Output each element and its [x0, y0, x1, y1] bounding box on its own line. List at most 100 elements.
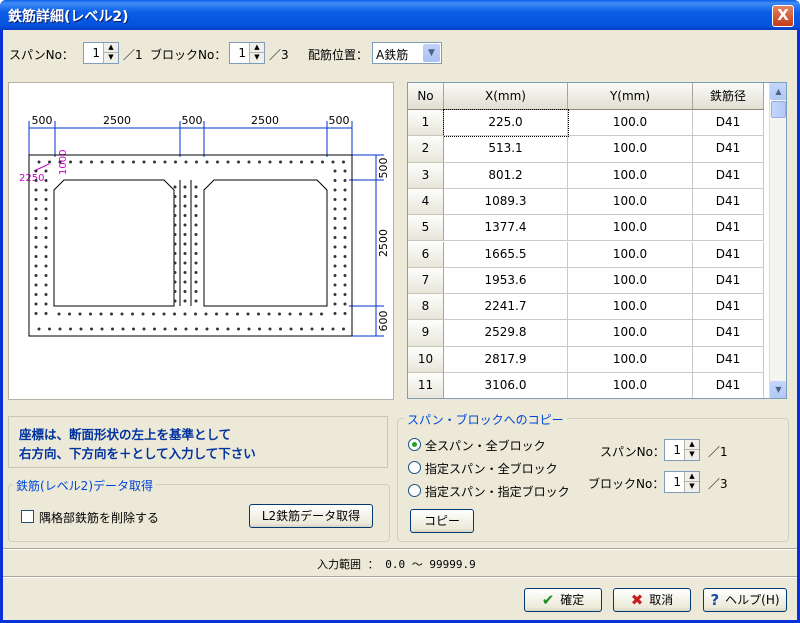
diameter-cell[interactable]: D41	[693, 110, 764, 137]
x-cell[interactable]: 2241.7	[444, 294, 568, 321]
rebar-dot	[173, 214, 177, 217]
table-row[interactable]: 6 1665.5 100.0 D41	[408, 241, 764, 268]
scroll-up-icon[interactable]: ▲	[770, 83, 786, 100]
rebar-dot	[342, 327, 345, 331]
radio-span-block[interactable]	[408, 484, 421, 497]
y-cell[interactable]: 100.0	[568, 162, 693, 189]
y-cell[interactable]: 100.0	[568, 346, 693, 373]
y-cell[interactable]: 100.0	[568, 294, 693, 321]
scroll-down-icon[interactable]: ▼	[770, 381, 786, 398]
vertical-scrollbar[interactable]: ▲ ▼	[769, 83, 786, 398]
chevron-down-icon[interactable]: ▼	[423, 44, 440, 62]
row-number-cell[interactable]: 8	[408, 294, 444, 321]
scroll-thumb[interactable]	[771, 101, 786, 118]
x-cell[interactable]: 513.1	[444, 136, 568, 163]
span-spinner[interactable]: 1 ▲ ▼	[83, 42, 119, 64]
row-number-cell[interactable]: 10	[408, 346, 444, 373]
row-number-cell[interactable]: 2	[408, 136, 444, 163]
radio-span-all-block[interactable]	[408, 461, 421, 474]
x-cell[interactable]: 3106.0	[444, 373, 568, 398]
row-number-cell[interactable]: 11	[408, 373, 444, 398]
y-cell[interactable]: 100.0	[568, 241, 693, 268]
column-header-diameter[interactable]: 鉄筋径	[693, 83, 764, 110]
position-value: A鉄筋	[376, 48, 409, 62]
diameter-cell[interactable]: D41	[693, 241, 764, 268]
rebar-dot	[194, 290, 198, 293]
diameter-cell[interactable]: D41	[693, 162, 764, 189]
block-spinner[interactable]: 1 ▲ ▼	[229, 42, 265, 64]
block-value[interactable]: 1	[230, 43, 249, 63]
help-button[interactable]: ? ヘルプ(H)	[703, 588, 787, 612]
copy-block-spinner[interactable]: 1 ▲ ▼	[664, 471, 700, 493]
table-row[interactable]: 5 1377.4 100.0 D41	[408, 215, 764, 242]
spin-up-icon[interactable]: ▲	[685, 440, 699, 450]
y-cell[interactable]: 100.0	[568, 267, 693, 295]
diameter-cell[interactable]: D41	[693, 188, 764, 216]
x-cell[interactable]: 1665.5	[444, 241, 568, 268]
rebar-dot	[44, 179, 48, 182]
x-cell[interactable]: 1089.3	[444, 188, 568, 216]
y-cell[interactable]: 100.0	[568, 188, 693, 216]
spin-up-icon[interactable]: ▲	[104, 43, 118, 53]
x-cell[interactable]: 1953.6	[444, 267, 568, 295]
spin-down-icon[interactable]: ▼	[250, 53, 264, 63]
row-number-cell[interactable]: 7	[408, 267, 444, 295]
row-number-cell[interactable]: 6	[408, 241, 444, 268]
copy-span-spinner[interactable]: 1 ▲ ▼	[664, 439, 700, 461]
copy-block-value[interactable]: 1	[665, 472, 684, 492]
row-number-cell[interactable]: 5	[408, 215, 444, 242]
rebar-dot	[111, 327, 114, 331]
title-bar[interactable]: 鉄筋詳細(レベル2) X	[0, 0, 800, 30]
x-cell[interactable]: 1377.4	[444, 215, 568, 242]
row-number-cell[interactable]: 4	[408, 188, 444, 216]
x-cell[interactable]: 801.2	[444, 162, 568, 189]
row-number-cell[interactable]: 9	[408, 320, 444, 347]
table-row[interactable]: 10 2817.9 100.0 D41	[408, 346, 764, 373]
column-header-no[interactable]: No	[408, 83, 444, 110]
diameter-cell[interactable]: D41	[693, 267, 764, 295]
close-button[interactable]: X	[772, 5, 794, 27]
diameter-cell[interactable]: D41	[693, 136, 764, 163]
fetch-l2-button[interactable]: L2鉄筋データ取得	[249, 504, 373, 528]
rebar-dot	[132, 327, 135, 331]
radio-all-span-all-block[interactable]	[408, 438, 421, 451]
position-select[interactable]: A鉄筋 ▼	[372, 42, 442, 64]
y-cell[interactable]: 100.0	[568, 136, 693, 163]
span-value[interactable]: 1	[84, 43, 103, 63]
spin-up-icon[interactable]: ▲	[685, 472, 699, 482]
table-row[interactable]: 4 1089.3 100.0 D41	[408, 188, 764, 216]
ok-button[interactable]: ✔ 確定	[524, 588, 602, 612]
rebar-table[interactable]: No X(mm) Y(mm) 鉄筋径 1 225.0 100.0 D41 2 513.1 1…	[407, 82, 787, 399]
table-row[interactable]: 2 513.1 100.0 D41	[408, 136, 764, 163]
column-header-x[interactable]: X(mm)	[444, 83, 568, 110]
spin-down-icon[interactable]: ▼	[685, 450, 699, 460]
y-cell[interactable]: 100.0	[568, 110, 693, 137]
table-row[interactable]: 8 2241.7 100.0 D41	[408, 294, 764, 321]
diameter-cell[interactable]: D41	[693, 294, 764, 321]
diameter-cell[interactable]: D41	[693, 320, 764, 347]
y-cell[interactable]: 100.0	[568, 215, 693, 242]
row-number-cell[interactable]: 1	[408, 110, 444, 137]
column-header-y[interactable]: Y(mm)	[568, 83, 693, 110]
x-cell[interactable]: 225.0	[443, 108, 569, 138]
diameter-cell[interactable]: D41	[693, 346, 764, 373]
table-row[interactable]: 7 1953.6 100.0 D41	[408, 267, 764, 295]
table-row[interactable]: 11 3106.0 100.0 D41	[408, 373, 764, 398]
copy-button[interactable]: コピー	[410, 509, 474, 533]
spin-down-icon[interactable]: ▼	[685, 482, 699, 492]
diameter-cell[interactable]: D41	[693, 373, 764, 398]
diameter-cell[interactable]: D41	[693, 215, 764, 242]
x-cell[interactable]: 2817.9	[444, 346, 568, 373]
delete-corner-checkbox[interactable]	[21, 510, 34, 523]
copy-span-value[interactable]: 1	[665, 440, 684, 460]
y-cell[interactable]: 100.0	[568, 320, 693, 347]
spin-up-icon[interactable]: ▲	[250, 43, 264, 53]
row-number-cell[interactable]: 3	[408, 162, 444, 189]
table-row[interactable]: 9 2529.8 100.0 D41	[408, 320, 764, 347]
cancel-button[interactable]: ✖ 取消	[613, 588, 691, 612]
spin-down-icon[interactable]: ▼	[104, 53, 118, 63]
x-cell[interactable]: 2529.8	[444, 320, 568, 347]
table-row[interactable]: 1 225.0 100.0 D41	[408, 108, 764, 138]
table-row[interactable]: 3 801.2 100.0 D41	[408, 162, 764, 189]
y-cell[interactable]: 100.0	[568, 373, 693, 398]
